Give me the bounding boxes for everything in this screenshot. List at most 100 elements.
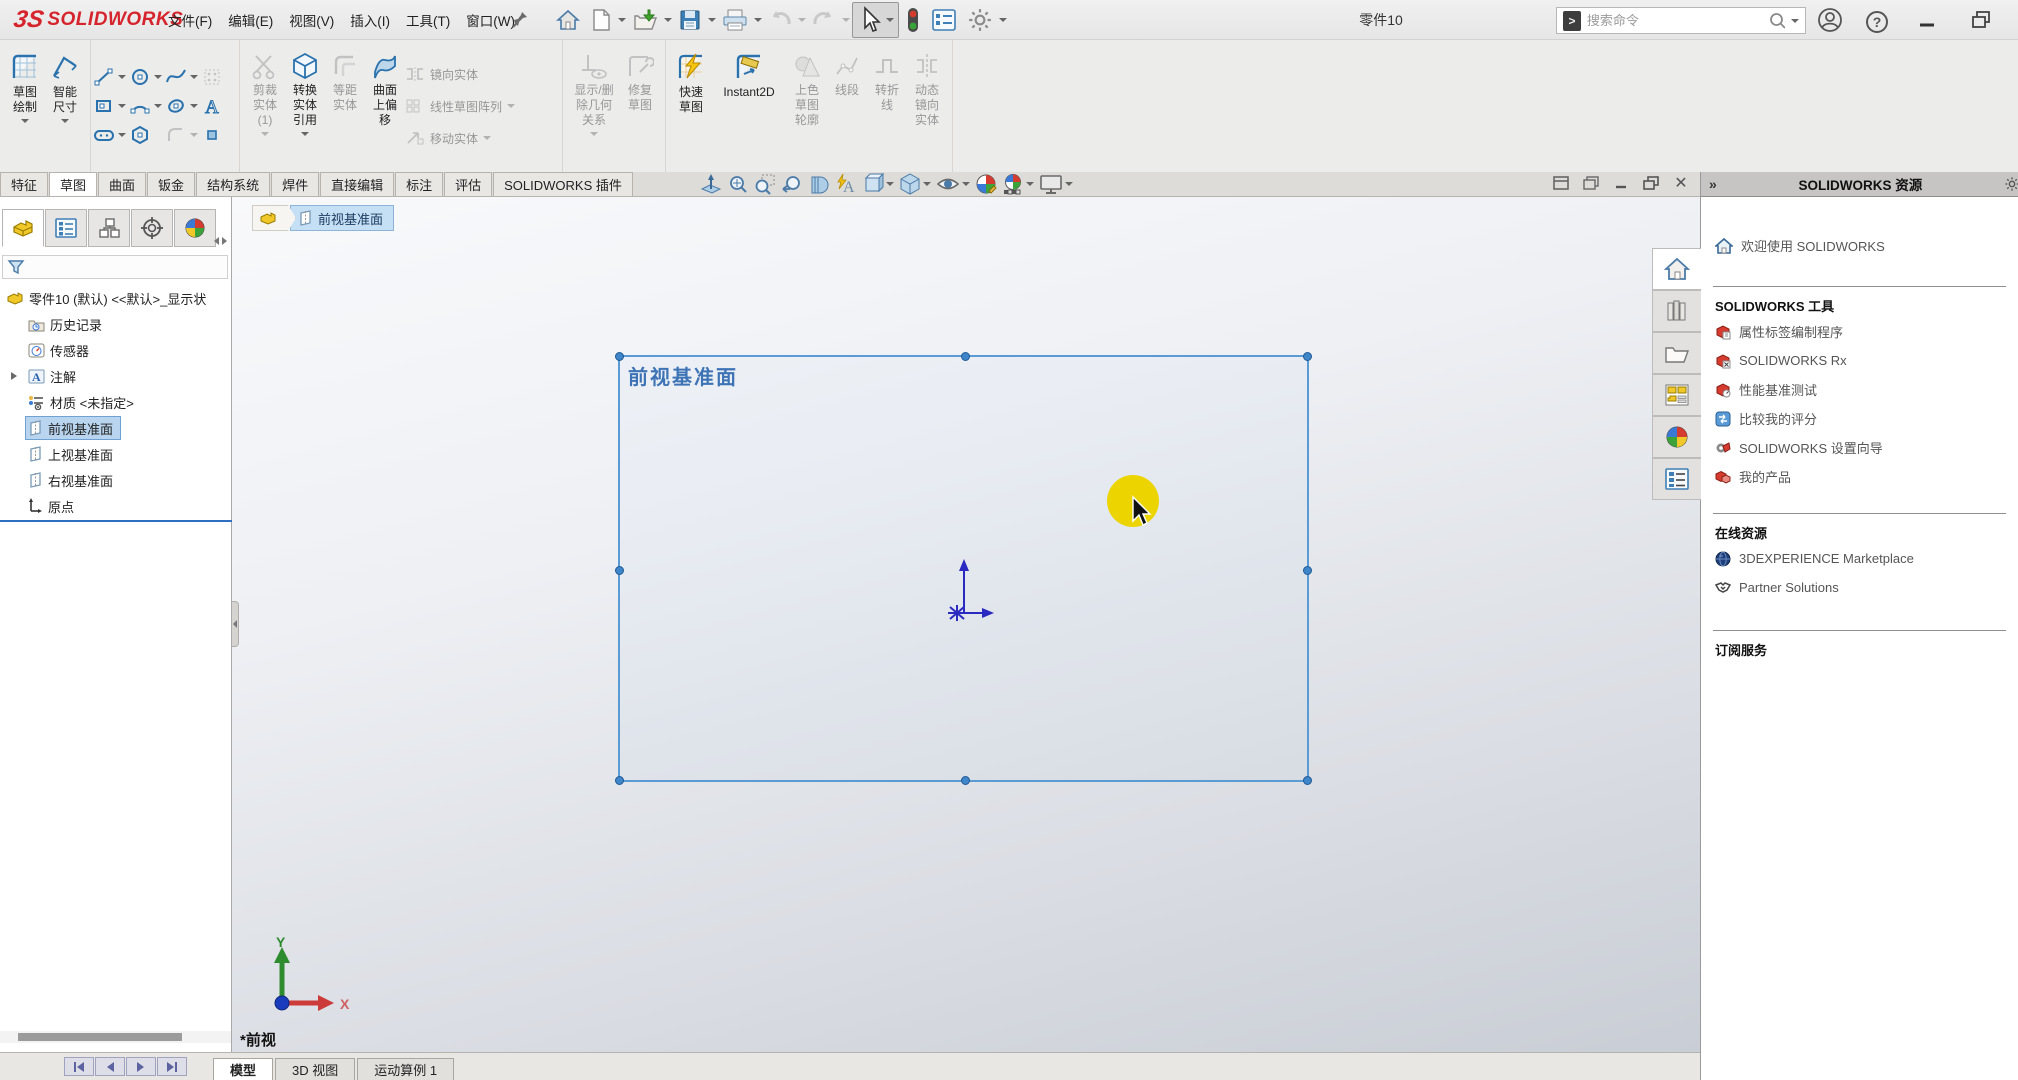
- breadcrumb-plane-chip[interactable]: 前视基准面: [290, 205, 394, 231]
- menu-tools[interactable]: 工具(T): [398, 0, 458, 40]
- display-style-icon[interactable]: [899, 173, 931, 195]
- hide-show-dropdown[interactable]: [962, 182, 970, 186]
- tab-addins[interactable]: SOLIDWORKS 插件: [493, 172, 633, 196]
- search-input[interactable]: [1587, 13, 1763, 28]
- ellipse-tool-icon[interactable]: [165, 95, 187, 117]
- save-dropdown[interactable]: [708, 18, 716, 22]
- undo-button[interactable]: [764, 5, 796, 35]
- sketch-picture-icon[interactable]: [201, 66, 223, 88]
- tab-model[interactable]: 模型: [213, 1058, 273, 1080]
- display-style-dropdown[interactable]: [923, 182, 931, 186]
- text-tool-icon[interactable]: A: [201, 95, 223, 117]
- nav-last-button[interactable]: [157, 1057, 187, 1076]
- plane-handle-w[interactable]: [615, 566, 624, 575]
- tab-display-manager[interactable]: [174, 209, 216, 247]
- breadcrumb-part-chip[interactable]: [252, 205, 296, 231]
- search-box[interactable]: >: [1556, 7, 1806, 34]
- expand-arrow-icon[interactable]: [11, 372, 17, 380]
- sketch-button[interactable]: 草图绘制: [5, 44, 45, 168]
- options-gear-button[interactable]: [963, 4, 997, 36]
- tab-design-library[interactable]: [1652, 290, 1701, 332]
- tab-features[interactable]: 特征: [0, 172, 48, 196]
- property-tab-builder-link[interactable]: 属性标签编制程序: [1701, 317, 2018, 346]
- tab-sketch[interactable]: 草图: [49, 172, 97, 196]
- tree-item-part-root[interactable]: 零件10 (默认) <<默认>_显示状: [0, 285, 232, 311]
- partner-solutions-link[interactable]: Partner Solutions: [1701, 573, 2018, 602]
- performance-benchmark-link[interactable]: 性能基准测试: [1701, 375, 2018, 404]
- zoom-area-icon[interactable]: [754, 173, 776, 195]
- compare-scores-link[interactable]: 比较我的评分: [1701, 404, 2018, 433]
- undo-dropdown[interactable]: [798, 18, 806, 22]
- new-file-button[interactable]: [586, 5, 616, 35]
- print-dropdown[interactable]: [754, 18, 762, 22]
- tab-structure-system[interactable]: 结构系统: [196, 172, 270, 196]
- sketch-dropdown[interactable]: [21, 119, 29, 123]
- tabs-scroll-left-icon[interactable]: [214, 237, 219, 245]
- doc-cascade-icon[interactable]: [1582, 174, 1600, 192]
- normal-to-icon[interactable]: [700, 173, 722, 195]
- menu-insert[interactable]: 插入(I): [342, 0, 398, 40]
- help-button[interactable]: ?: [1862, 7, 1892, 37]
- print-button[interactable]: [718, 5, 752, 35]
- tree-item-sensors[interactable]: 传感器: [0, 337, 232, 363]
- window-minimize-button[interactable]: [1912, 5, 1942, 35]
- tab-3d-views[interactable]: 3D 视图: [275, 1058, 355, 1080]
- arc-dropdown[interactable]: [154, 104, 162, 108]
- collapse-pane-icon[interactable]: »: [1709, 176, 1717, 192]
- dynamic-mirror-button[interactable]: 动态镜向实体: [907, 44, 947, 168]
- tab-sheet-metal[interactable]: 钣金: [147, 172, 195, 196]
- tree-item-front-plane[interactable]: 前视基准面: [0, 415, 232, 441]
- doc-close-button[interactable]: ✕: [1672, 174, 1690, 192]
- edit-appearance-icon[interactable]: [975, 173, 997, 195]
- line-dropdown[interactable]: [118, 75, 126, 79]
- rectangle-dropdown[interactable]: [118, 104, 126, 108]
- smart-dimension-button[interactable]: 智能尺寸: [45, 44, 85, 168]
- nav-prev-button[interactable]: [95, 1057, 125, 1076]
- open-file-dropdown[interactable]: [664, 18, 672, 22]
- jog-line-button[interactable]: 转折线: [867, 44, 907, 168]
- view-orientation-icon[interactable]: [862, 173, 894, 195]
- nav-next-button[interactable]: [126, 1057, 156, 1076]
- tree-item-origin[interactable]: 原点: [0, 493, 232, 519]
- view-settings-icon[interactable]: [1039, 173, 1073, 195]
- repair-sketch-button[interactable]: 修复草图: [620, 44, 660, 168]
- nav-first-button[interactable]: [64, 1057, 94, 1076]
- tab-direct-editing[interactable]: 直接编辑: [320, 172, 394, 196]
- tree-horizontal-scrollbar[interactable]: [0, 1031, 231, 1043]
- shaded-contours-button[interactable]: 上色草图轮廓: [787, 44, 827, 168]
- doc-tile-icon[interactable]: [1552, 174, 1570, 192]
- search-dropdown[interactable]: [1791, 19, 1799, 23]
- instant2d-button[interactable]: Instant2D: [711, 44, 787, 168]
- slot-tool-icon[interactable]: [93, 124, 115, 146]
- zoom-fit-icon[interactable]: [727, 173, 749, 195]
- tree-filter-bar[interactable]: [2, 255, 228, 279]
- plane-handle-sw[interactable]: [615, 776, 624, 785]
- pin-menu-icon[interactable]: [512, 10, 530, 28]
- trim-entities-button[interactable]: 剪裁实体(1): [245, 44, 285, 168]
- point-tool-icon[interactable]: [201, 124, 223, 146]
- plane-handle-nw[interactable]: [615, 352, 624, 361]
- account-icon[interactable]: [1815, 5, 1845, 35]
- tree-item-right-plane[interactable]: 右视基准面: [0, 467, 232, 493]
- plane-handle-n[interactable]: [961, 352, 970, 361]
- pane-options-gear-icon[interactable]: [2004, 176, 2018, 192]
- tab-home[interactable]: [1652, 248, 1701, 290]
- fillet-tool-icon[interactable]: [165, 124, 187, 146]
- tab-custom-properties[interactable]: [1652, 458, 1701, 500]
- circle-tool-icon[interactable]: [129, 66, 151, 88]
- spline-tool-icon[interactable]: [165, 66, 187, 88]
- arc-tool-icon[interactable]: [129, 95, 151, 117]
- panel-splitter-handle[interactable]: [232, 601, 239, 647]
- hide-show-items-icon[interactable]: [936, 173, 970, 195]
- tab-markup[interactable]: 标注: [395, 172, 443, 196]
- circle-dropdown[interactable]: [154, 75, 162, 79]
- view-orientation-dropdown[interactable]: [886, 182, 894, 186]
- offset-entities-button[interactable]: 等距实体: [325, 44, 365, 168]
- surface-offset-button[interactable]: 曲面上偏移: [365, 44, 405, 168]
- plane-handle-se[interactable]: [1303, 776, 1312, 785]
- home-button[interactable]: [552, 5, 584, 35]
- tab-evaluate[interactable]: 评估: [444, 172, 492, 196]
- solidworks-rx-link[interactable]: SOLIDWORKS Rx: [1701, 346, 2018, 375]
- tab-weldments[interactable]: 焊件: [271, 172, 319, 196]
- apply-scene-icon[interactable]: [1002, 173, 1034, 195]
